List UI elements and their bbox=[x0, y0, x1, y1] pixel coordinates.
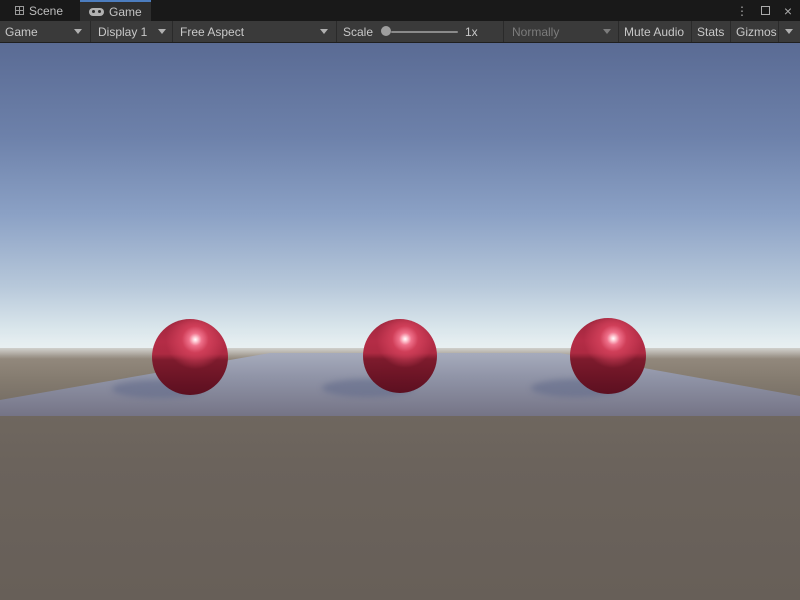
tab-scene[interactable]: Scene bbox=[6, 0, 72, 21]
game-render-viewport[interactable] bbox=[0, 43, 800, 600]
play-mode-dropdown[interactable]: Normally bbox=[512, 21, 559, 42]
scale-slider-knob[interactable] bbox=[381, 26, 391, 36]
mute-audio-button[interactable]: Mute Audio bbox=[624, 21, 684, 42]
toolbar-divider bbox=[778, 21, 779, 42]
sky-gradient bbox=[0, 43, 800, 355]
view-mode-label: Game bbox=[5, 25, 38, 39]
chevron-down-icon bbox=[603, 29, 611, 34]
tab-scene-label: Scene bbox=[29, 4, 63, 18]
close-icon[interactable]: × bbox=[781, 0, 795, 21]
toolbar-divider bbox=[503, 21, 504, 42]
view-mode-dropdown[interactable]: Game bbox=[5, 21, 38, 42]
chevron-down-icon[interactable] bbox=[785, 29, 793, 34]
gizmos-label: Gizmos bbox=[736, 25, 777, 39]
scale-slider-track[interactable] bbox=[391, 31, 458, 33]
chevron-down-icon bbox=[158, 29, 166, 34]
maximize-box bbox=[761, 6, 770, 15]
display-label: Display 1 bbox=[98, 25, 147, 39]
toolbar-divider bbox=[90, 21, 91, 42]
grid-icon bbox=[15, 6, 24, 15]
chevron-down-icon bbox=[74, 29, 82, 34]
play-mode-label: Normally bbox=[512, 25, 559, 39]
toolbar-divider bbox=[730, 21, 731, 42]
gizmos-dropdown[interactable]: Gizmos bbox=[736, 21, 777, 42]
panel-menu-icon[interactable]: ⋮ bbox=[735, 0, 749, 21]
maximize-icon[interactable] bbox=[758, 0, 772, 21]
unity-game-view-panel: Scene Game ⋮ × Game Display 1 Free Aspec… bbox=[0, 0, 800, 600]
red-sphere bbox=[363, 319, 437, 393]
tab-game[interactable]: Game bbox=[80, 0, 151, 21]
stats-button[interactable]: Stats bbox=[697, 21, 724, 42]
stats-label: Stats bbox=[697, 25, 724, 39]
mute-audio-label: Mute Audio bbox=[624, 25, 684, 39]
red-sphere bbox=[570, 318, 646, 394]
aspect-ratio-dropdown[interactable]: Free Aspect bbox=[180, 21, 244, 42]
toolbar-divider bbox=[172, 21, 173, 42]
display-dropdown[interactable]: Display 1 bbox=[98, 21, 147, 42]
scale-label: Scale bbox=[343, 21, 373, 42]
tab-game-label: Game bbox=[109, 5, 142, 19]
scale-value: 1x bbox=[465, 21, 478, 42]
gamepad-icon bbox=[89, 8, 104, 16]
red-sphere bbox=[152, 319, 228, 395]
toolbar-divider bbox=[336, 21, 337, 42]
game-view-toolbar: Game Display 1 Free Aspect Scale 1x Norm… bbox=[0, 21, 800, 43]
window-controls: ⋮ × bbox=[735, 0, 795, 21]
chevron-down-icon bbox=[320, 29, 328, 34]
aspect-ratio-label: Free Aspect bbox=[180, 25, 244, 39]
toolbar-divider bbox=[618, 21, 619, 42]
tab-bar: Scene Game ⋮ × bbox=[0, 0, 800, 21]
toolbar-divider bbox=[691, 21, 692, 42]
